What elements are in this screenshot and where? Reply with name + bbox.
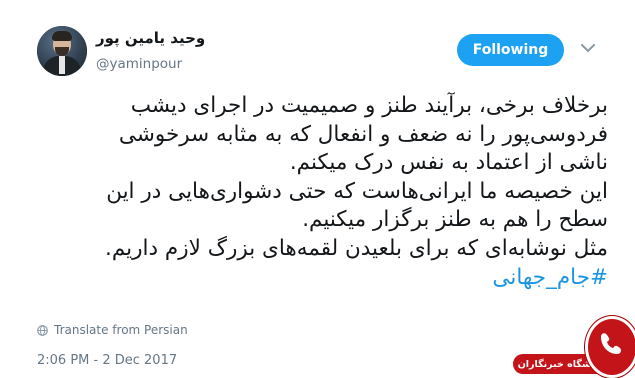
tweet-line: ناشی از اعتماد به نفس درک میکنم. [289, 150, 608, 176]
globe-icon [37, 324, 48, 336]
display-name[interactable]: وحید یامین پور [96, 29, 206, 47]
tweet-line: برخلاف برخی، برآیند طنز و صمیمیت در اجرا… [130, 93, 608, 118]
chevron-down-icon[interactable] [580, 40, 596, 56]
tweet-line: سطح را هم به طنز برگزار میکنیم. [302, 207, 608, 233]
avatar[interactable] [37, 26, 87, 76]
tweet-timestamp[interactable]: 2:06 PM - 2 Dec 2017 [37, 353, 177, 368]
translate-label: Translate from Persian [54, 323, 188, 337]
watermark-logo: باشگاه خبرنگاران [500, 314, 635, 378]
tweet-text: برخلاف برخی، برآیند طنز و صمیمیت در اجرا… [32, 92, 608, 292]
hashtag-link[interactable]: #جام_جهانی [492, 265, 608, 290]
user-handle[interactable]: @yaminpour [96, 56, 182, 72]
phone-logo-icon [601, 333, 621, 354]
following-button[interactable]: Following [457, 34, 564, 66]
tweet-line: این خصیصه ما ایرانی‌هاست که حتی دشواری‌ه… [106, 178, 608, 204]
tweet-line: فردوسی‌پور را نه ضعف و انفعال که به مثاب… [118, 121, 608, 147]
tweet-line: مثل نوشابه‌ای که برای بلعیدن لقمه‌های بز… [105, 235, 608, 261]
translate-link[interactable]: Translate from Persian [37, 323, 188, 337]
